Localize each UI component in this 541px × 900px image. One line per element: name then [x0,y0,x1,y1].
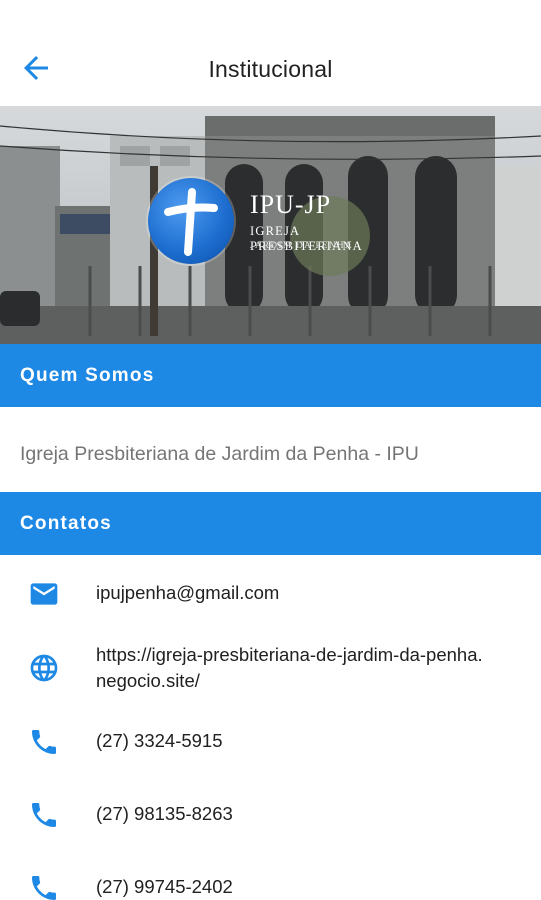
logo-tagline: JARDIM DA PENHA [250,240,354,250]
section-header-contacts: Contatos [0,492,541,555]
contact-phone-row[interactable]: (27) 3324-5915 [0,726,541,766]
about-text: Igreja Presbiteriana de Jardim da Penha … [20,443,419,465]
cross-logo-icon [148,178,234,264]
section-header-about: Quem Somos [0,344,541,407]
app-bar: Institucional [0,0,541,106]
page-title: Institucional [208,56,333,82]
contact-email-row[interactable]: ipujpenha@gmail.com [0,578,541,618]
phone-icon [32,876,56,900]
contact-phone-row[interactable]: (27) 98135-8263 [0,799,541,839]
hero-image: IPU-JP IGREJA PRESBITERIANA JARDIM DA PE… [0,106,541,344]
contact-phone[interactable]: (27) 99745-2402 [96,874,233,900]
email-icon [30,583,58,605]
contact-website-row[interactable]: https://igreja-presbiteriana-de-jardim-d… [0,642,541,698]
phone-icon [32,730,56,754]
phone-icon [32,803,56,827]
contact-phone-row[interactable]: (27) 99745-2402 [0,872,541,900]
church-logo: IPU-JP IGREJA PRESBITERIANA JARDIM DA PE… [148,178,408,268]
contact-phone[interactable]: (27) 98135-8263 [96,801,233,827]
logo-title: IPU-JP [250,190,332,219]
contact-website[interactable]: https://igreja-presbiteriana-de-jardim-d… [96,642,486,694]
contact-phone[interactable]: (27) 3324-5915 [96,728,223,754]
globe-icon [30,654,58,682]
contact-email[interactable]: ipujpenha@gmail.com [96,580,279,606]
